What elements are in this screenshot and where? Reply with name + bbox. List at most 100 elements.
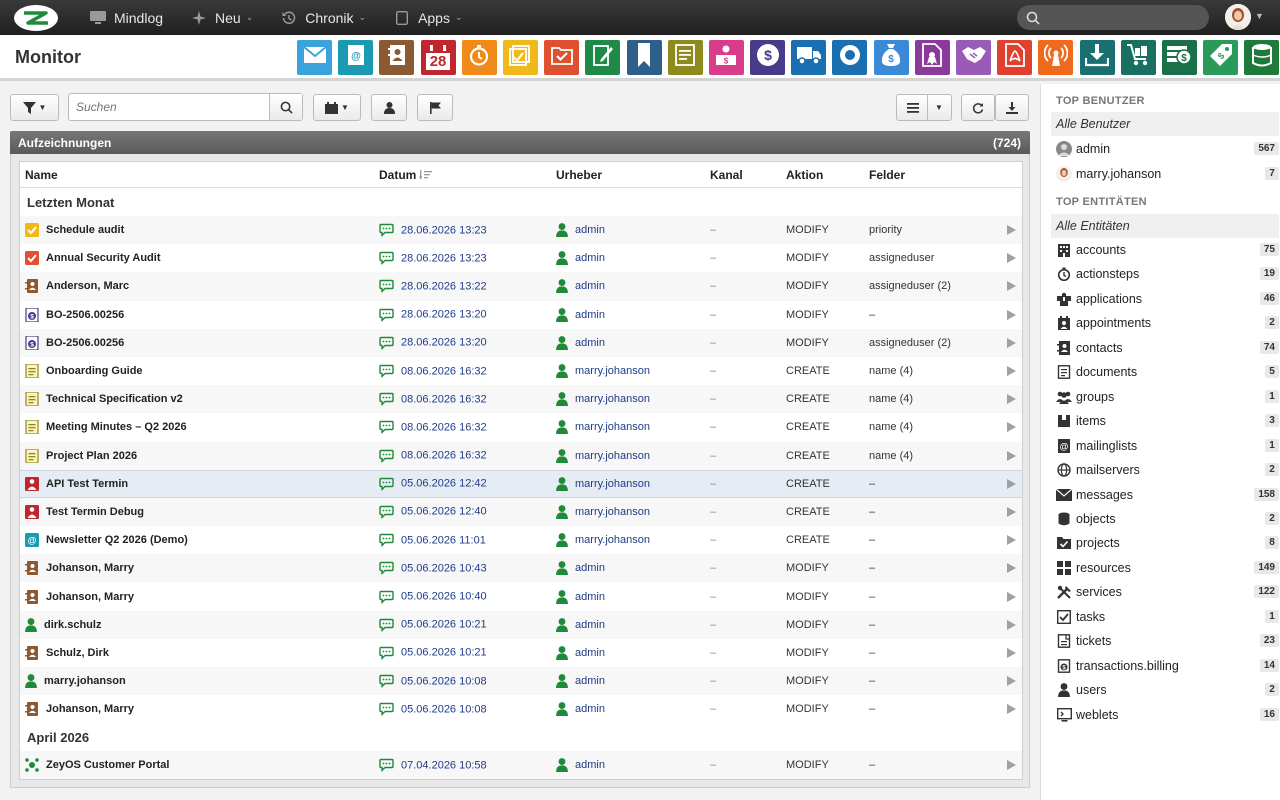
user-filter-button[interactable] — [371, 94, 407, 121]
tile-contacts-icon[interactable] — [379, 40, 415, 75]
record-name-cell[interactable]: dirk.schulz — [25, 617, 101, 632]
record-user-cell[interactable]: marry.johanson — [556, 448, 650, 463]
row-arrow-icon[interactable] — [1007, 535, 1016, 546]
sidebar-entity-tickets[interactable]: tickets 23 — [1056, 630, 1279, 652]
table-row[interactable]: $ BO-2506.00256 28.06.2026 13:20 admin – MODI… — [20, 301, 1022, 329]
row-arrow-icon[interactable] — [1007, 366, 1016, 377]
row-arrow-icon[interactable] — [1007, 704, 1016, 715]
record-date-cell[interactable]: 05.06.2026 10:08 — [379, 703, 487, 716]
tile-cash-icon[interactable]: $ — [1161, 40, 1197, 75]
table-row[interactable]: Annual Security Audit 28.06.2026 13:23 adm… — [20, 244, 1022, 272]
column-header-kanal[interactable]: Kanal — [710, 168, 743, 182]
table-row[interactable]: Schulz, Dirk 05.06.2026 10:21 admin – MODIFY… — [20, 639, 1022, 667]
record-name-cell[interactable]: marry.johanson — [25, 674, 126, 689]
search-button[interactable] — [269, 94, 302, 120]
table-row[interactable]: Johanson, Marry 05.06.2026 10:43 admin – MOD… — [20, 554, 1022, 583]
nav-neu[interactable]: Neu ⌄ — [177, 0, 267, 35]
tile-bookmark-icon[interactable] — [626, 40, 662, 75]
row-arrow-icon[interactable] — [1007, 337, 1016, 348]
record-user-cell[interactable]: admin — [556, 335, 605, 350]
tile-stopwatch-icon[interactable] — [461, 40, 497, 75]
tile-download-icon[interactable] — [1079, 40, 1115, 75]
tile-cart-icon[interactable] — [1120, 40, 1156, 75]
record-name-cell[interactable]: Schedule audit — [25, 223, 124, 238]
tile-handshake-icon[interactable] — [956, 40, 991, 75]
record-name-cell[interactable]: Johanson, Marry — [25, 702, 134, 717]
row-arrow-icon[interactable] — [1007, 591, 1016, 602]
record-name-cell[interactable]: Johanson, Marry — [25, 561, 134, 576]
table-row[interactable]: dirk.schulz 05.06.2026 10:21 admin – MODIFY – — [20, 610, 1022, 639]
tile-tasks-icon[interactable] — [502, 40, 538, 75]
avatar-chevron-down-icon[interactable]: ▼ — [1255, 11, 1264, 21]
download-button[interactable] — [995, 94, 1029, 121]
sidebar-entity-tasks[interactable]: tasks 1 — [1056, 606, 1279, 628]
column-header-user[interactable]: Urheber — [556, 168, 602, 182]
nav-apps[interactable]: Apps ⌄ — [380, 0, 476, 35]
tile-calendar-icon[interactable]: 28 — [420, 40, 456, 75]
record-date-cell[interactable]: 28.06.2026 13:20 — [379, 336, 487, 350]
table-row[interactable]: Technical Specification v2 08.06.2026 16:… — [20, 385, 1022, 414]
tile-database-icon[interactable] — [1244, 40, 1280, 75]
record-date-cell[interactable]: 08.06.2026 16:32 — [379, 449, 487, 463]
tile-broadcast-icon[interactable] — [1038, 40, 1074, 75]
search-input[interactable] — [69, 94, 269, 120]
record-user-cell[interactable]: admin — [556, 758, 605, 773]
record-name-cell[interactable]: Annual Security Audit — [25, 251, 161, 266]
row-arrow-icon[interactable] — [1007, 676, 1016, 687]
record-date-cell[interactable]: 05.06.2026 10:43 — [379, 562, 487, 575]
sidebar-user-admin[interactable]: admin 567 — [1056, 138, 1279, 160]
record-user-cell[interactable]: marry.johanson — [556, 364, 650, 379]
record-date-cell[interactable]: 05.06.2026 12:40 — [379, 505, 487, 519]
record-user-cell[interactable]: admin — [556, 702, 605, 717]
sidebar-entity-mailservers[interactable]: mailservers 2 — [1056, 459, 1279, 481]
date-filter-button[interactable]: ▼ — [313, 94, 361, 121]
record-user-cell[interactable]: admin — [556, 279, 605, 294]
record-date-cell[interactable]: 28.06.2026 13:23 — [379, 252, 487, 265]
view-mode-button[interactable]: ▼ — [896, 94, 952, 121]
record-user-cell[interactable]: admin — [556, 307, 605, 322]
tile-mailinglist-icon[interactable]: @ — [338, 40, 374, 75]
tile-truck-icon[interactable] — [791, 40, 827, 75]
row-arrow-icon[interactable] — [1007, 309, 1016, 320]
record-name-cell[interactable]: $ BO-2506.00256 — [25, 335, 124, 350]
table-row[interactable]: @ Newsletter Q2 2026 (Demo) 05.06.2026 11:… — [20, 526, 1022, 554]
table-row[interactable]: Test Termin Debug 05.06.2026 12:40 marry.j… — [20, 497, 1022, 527]
sidebar-entity-services[interactable]: services 122 — [1056, 581, 1279, 603]
sidebar-entity-transactions-billing[interactable]: $ transactions.billing 14 — [1056, 655, 1279, 677]
record-name-cell[interactable]: Project Plan 2026 — [25, 448, 137, 463]
filter-button[interactable]: ▼ — [10, 94, 59, 121]
record-date-cell[interactable]: 05.06.2026 11:01 — [379, 533, 486, 547]
row-arrow-icon[interactable] — [1007, 422, 1016, 433]
record-name-cell[interactable]: Schulz, Dirk — [25, 645, 109, 660]
row-arrow-icon[interactable] — [1007, 647, 1016, 658]
record-date-cell[interactable]: 05.06.2026 10:40 — [379, 590, 487, 604]
sidebar-entity-appointments[interactable]: appointments 2 — [1056, 312, 1279, 334]
sidebar-entity-weblets[interactable]: weblets 16 — [1056, 704, 1279, 726]
column-header-date[interactable]: Datum — [379, 168, 433, 182]
sidebar-entity-documents[interactable]: documents 5 — [1056, 361, 1279, 383]
sidebar-user-marry-johanson[interactable]: marry.johanson 7 — [1056, 163, 1279, 185]
sidebar-entity-actionsteps[interactable]: actionsteps 19 — [1056, 263, 1279, 285]
record-name-cell[interactable]: ZeyOS Customer Portal — [25, 758, 169, 773]
record-date-cell[interactable]: 05.06.2026 10:21 — [379, 646, 487, 660]
tile-dollar-icon[interactable]: $ — [750, 40, 786, 75]
tile-moneybag-icon[interactable]: $ — [873, 40, 909, 75]
record-name-cell[interactable]: @ Newsletter Q2 2026 (Demo) — [25, 533, 188, 548]
column-header-aktion[interactable]: Aktion — [786, 168, 823, 182]
tile-projects-icon[interactable] — [544, 40, 580, 75]
record-name-cell[interactable]: Test Termin Debug — [25, 504, 144, 519]
record-user-cell[interactable]: marry.johanson — [556, 392, 650, 407]
row-arrow-icon[interactable] — [1007, 619, 1016, 630]
row-arrow-icon[interactable] — [1007, 760, 1016, 771]
table-row[interactable]: Project Plan 2026 08.06.2026 16:32 marry.j… — [20, 441, 1022, 470]
table-row[interactable]: Johanson, Marry 05.06.2026 10:08 admin – MOD… — [20, 695, 1022, 723]
refresh-button[interactable] — [961, 94, 995, 121]
record-name-cell[interactable]: Johanson, Marry — [25, 589, 134, 604]
table-row[interactable]: API Test Termin 05.06.2026 12:42 marry.joh… — [20, 469, 1022, 498]
global-search-input[interactable] — [1017, 5, 1209, 30]
table-row[interactable]: ZeyOS Customer Portal 07.04.2026 10:58 adm… — [20, 751, 1022, 779]
all-users-filter[interactable]: Alle Benutzer — [1051, 112, 1279, 136]
record-date-cell[interactable]: 07.04.2026 10:58 — [379, 759, 487, 772]
record-user-cell[interactable]: admin — [556, 251, 605, 266]
record-user-cell[interactable]: marry.johanson — [556, 476, 650, 491]
